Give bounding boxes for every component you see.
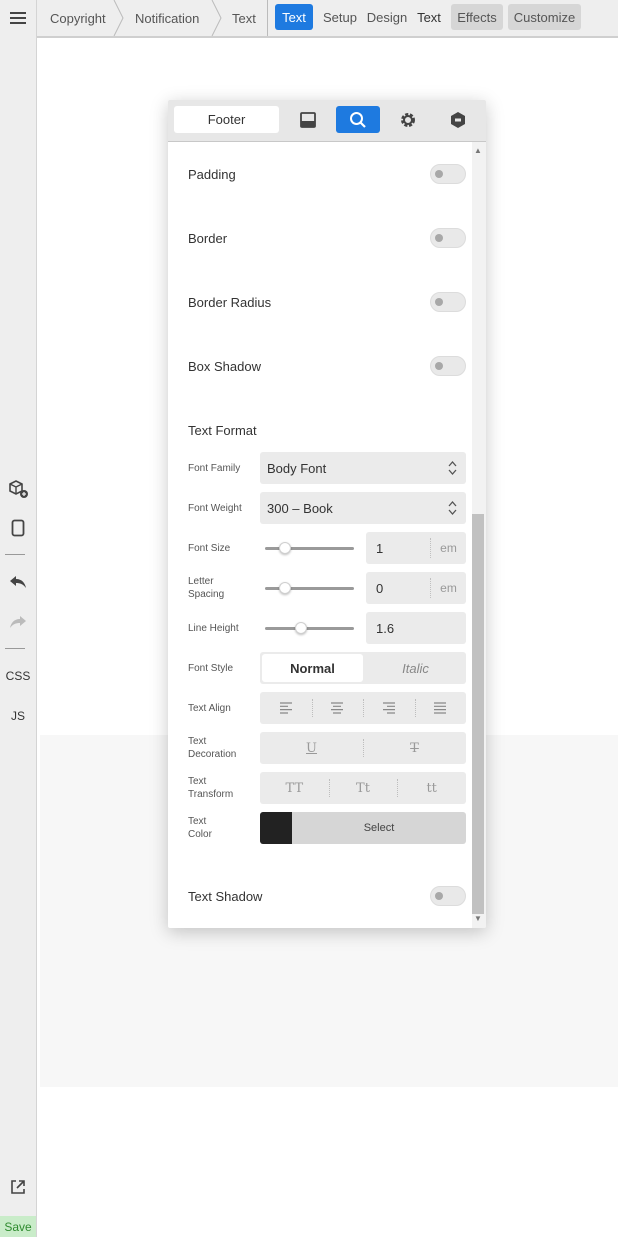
- scroll-down-icon[interactable]: ▼: [473, 913, 483, 923]
- text-shadow-toggle[interactable]: [430, 886, 466, 906]
- font-weight-select[interactable]: 300 – Book: [260, 492, 466, 524]
- text-transform-group: TT Tt tt: [260, 772, 466, 804]
- select-chevrons-icon: [448, 461, 457, 475]
- tab-setup[interactable]: Setup: [321, 4, 359, 30]
- tab-design[interactable]: Design: [365, 4, 409, 30]
- top-toolbar: Copyright Notification Text Text Setup D…: [37, 0, 618, 38]
- css-button[interactable]: CSS: [0, 666, 36, 686]
- add-block-icon[interactable]: [0, 476, 36, 502]
- letter-spacing-slider[interactable]: [265, 582, 354, 594]
- line-height-label: Line Height: [188, 623, 239, 634]
- strikethrough-option[interactable]: T: [363, 732, 466, 764]
- save-button[interactable]: Save: [0, 1216, 36, 1237]
- breadcrumb-copyright[interactable]: Copyright: [50, 0, 106, 36]
- tab-text-active[interactable]: Text: [275, 4, 313, 30]
- text-color-select-button[interactable]: Select: [292, 822, 466, 834]
- text-color-picker[interactable]: Select: [260, 812, 466, 844]
- panel-header: Footer: [168, 100, 486, 142]
- search-icon[interactable]: [336, 106, 380, 133]
- font-style-label: Font Style: [188, 663, 234, 674]
- text-transform-label: Text Transform: [188, 776, 234, 800]
- letter-spacing-label: Letter Spacing: [188, 576, 225, 600]
- border-radius-label: Border Radius: [188, 295, 272, 310]
- align-center-icon[interactable]: [311, 692, 364, 724]
- padding-toggle[interactable]: [430, 164, 466, 184]
- align-justify-icon[interactable]: [414, 692, 467, 724]
- select-chevrons-icon: [448, 501, 457, 515]
- hamburger-menu-icon[interactable]: [0, 4, 36, 32]
- line-height-slider-knob[interactable]: [294, 622, 307, 634]
- box-shadow-toggle[interactable]: [430, 356, 466, 376]
- font-style-toggle: Normal Italic: [260, 652, 466, 684]
- font-size-value: 1: [376, 540, 384, 556]
- font-size-input[interactable]: 1 em: [366, 532, 466, 564]
- font-size-slider[interactable]: [265, 542, 354, 554]
- letter-spacing-input[interactable]: 0 em: [366, 572, 466, 604]
- breadcrumb-separator-icon: [113, 0, 124, 36]
- capitalize-option[interactable]: Tt: [328, 772, 398, 804]
- settings-panel: Footer ▲ ▼ Padding Border Border Radius …: [168, 100, 486, 928]
- lowercase-option[interactable]: tt: [397, 772, 466, 804]
- tab-text[interactable]: Text: [413, 4, 445, 30]
- font-family-value: Body Font: [267, 460, 327, 476]
- font-family-select[interactable]: Body Font: [260, 452, 466, 484]
- sidebar-divider: [5, 648, 25, 649]
- js-button[interactable]: JS: [0, 706, 36, 726]
- breadcrumb-notification[interactable]: Notification: [135, 0, 199, 36]
- font-size-slider-knob[interactable]: [278, 542, 291, 554]
- breadcrumb-text[interactable]: Text: [232, 0, 256, 36]
- font-size-label: Font Size: [188, 543, 231, 554]
- tab-customize[interactable]: Customize: [508, 4, 581, 30]
- text-align-label: Text Align: [188, 703, 231, 714]
- letter-spacing-slider-knob[interactable]: [279, 582, 292, 594]
- breadcrumb-separator-icon: [211, 0, 222, 36]
- text-format-heading: Text Format: [188, 423, 257, 438]
- text-decoration-label: Text Decoration: [188, 736, 237, 760]
- border-toggle[interactable]: [430, 228, 466, 248]
- letter-spacing-value: 0: [376, 580, 384, 596]
- font-style-italic-option[interactable]: Italic: [365, 652, 466, 684]
- align-right-icon[interactable]: [363, 692, 415, 724]
- border-label: Border: [188, 231, 228, 246]
- left-sidebar: CSS JS Save: [0, 0, 37, 1237]
- underline-option[interactable]: U: [260, 732, 363, 764]
- text-color-swatch[interactable]: [260, 812, 292, 844]
- layout-icon[interactable]: [290, 106, 326, 133]
- border-radius-toggle[interactable]: [430, 292, 466, 312]
- text-shadow-label: Text Shadow: [188, 889, 263, 904]
- device-icon[interactable]: [0, 516, 36, 540]
- sidebar-divider: [5, 554, 25, 555]
- font-style-normal-option[interactable]: Normal: [262, 654, 363, 682]
- line-height-input[interactable]: 1.6: [366, 612, 466, 644]
- line-height-value: 1.6: [376, 620, 395, 636]
- toolbar-divider: [267, 0, 268, 36]
- undo-icon[interactable]: [0, 570, 36, 594]
- text-align-group: [260, 692, 466, 724]
- font-weight-label: Font Weight: [188, 503, 242, 514]
- uppercase-option[interactable]: TT: [260, 772, 329, 804]
- box-shadow-label: Box Shadow: [188, 359, 261, 374]
- panel-element-label[interactable]: Footer: [174, 106, 279, 133]
- tab-effects[interactable]: Effects: [451, 4, 503, 30]
- hexagon-icon[interactable]: [440, 106, 476, 133]
- line-height-slider[interactable]: [265, 622, 354, 634]
- redo-icon[interactable]: [0, 610, 36, 634]
- scroll-up-icon[interactable]: ▲: [473, 145, 483, 155]
- letter-spacing-unit[interactable]: em: [430, 578, 466, 598]
- text-decoration-group: U T: [260, 732, 466, 764]
- align-left-icon[interactable]: [260, 692, 312, 724]
- panel-scrollbar-thumb[interactable]: [472, 514, 484, 914]
- font-size-unit[interactable]: em: [430, 538, 466, 558]
- gear-icon[interactable]: [390, 106, 426, 133]
- text-color-label: Text Color: [188, 816, 212, 840]
- padding-label: Padding: [188, 167, 236, 182]
- font-family-label: Font Family: [188, 463, 241, 474]
- external-link-icon[interactable]: [0, 1176, 36, 1198]
- font-weight-value: 300 – Book: [267, 500, 333, 516]
